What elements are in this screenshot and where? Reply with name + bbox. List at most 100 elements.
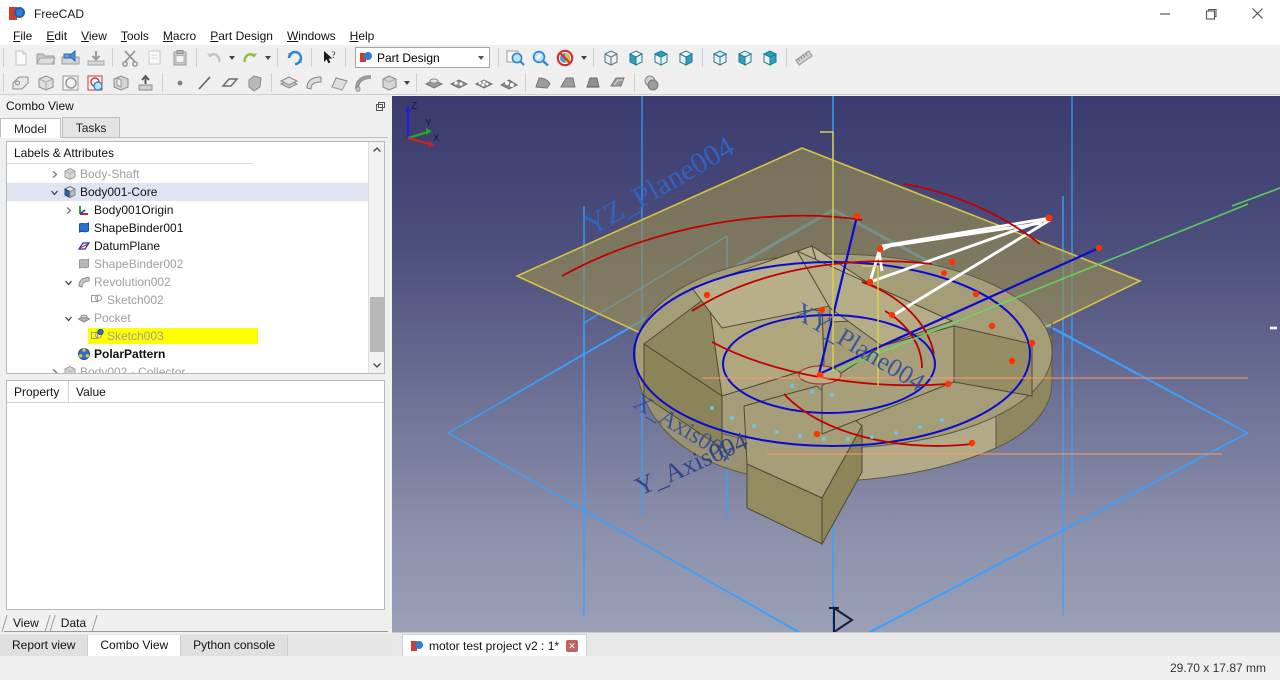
minimize-icon[interactable] bbox=[1142, 0, 1188, 27]
chevron-right-icon[interactable] bbox=[48, 165, 61, 183]
pocket-icon[interactable] bbox=[421, 71, 446, 94]
file-toolbar bbox=[7, 45, 109, 70]
3d-viewport[interactable]: YZ_Plane004 XY_Plane004 X_Axis004 Y_Axis… bbox=[392, 96, 1280, 632]
right-view-cube-icon[interactable] bbox=[673, 46, 698, 69]
tree-item-shapebinder002[interactable]: ShapeBinder002 bbox=[7, 255, 369, 273]
refresh-icon[interactable] bbox=[282, 46, 307, 69]
cursor-question-icon[interactable]: ? bbox=[316, 46, 341, 69]
map-sketch-icon[interactable] bbox=[108, 71, 133, 94]
close-icon[interactable] bbox=[1234, 0, 1280, 27]
undo-arrow-icon[interactable] bbox=[201, 46, 226, 69]
additive-box-icon[interactable] bbox=[376, 71, 401, 94]
tree-item-shapebinder001[interactable]: ShapeBinder001 bbox=[7, 219, 369, 237]
thickness-icon[interactable] bbox=[605, 71, 630, 94]
tree-item-body002-collector[interactable]: Body002 - Collector bbox=[7, 363, 369, 374]
additive-dropdown-chevron-down-icon[interactable] bbox=[401, 71, 412, 94]
menu-part-design[interactable]: Part Design bbox=[203, 27, 280, 45]
undo-dropdown-chevron-down-icon[interactable] bbox=[226, 46, 237, 69]
navigation-axis-cross[interactable]: Z Y X bbox=[392, 96, 446, 150]
groove-icon[interactable] bbox=[471, 71, 496, 94]
tree-item-datumplane[interactable]: DatumPlane bbox=[7, 237, 369, 255]
body-box-icon[interactable] bbox=[33, 71, 58, 94]
menu-macro[interactable]: Macro bbox=[156, 27, 203, 45]
open-folder-icon[interactable] bbox=[33, 46, 58, 69]
chevron-right-icon[interactable] bbox=[48, 363, 61, 374]
redo-dropdown-chevron-down-icon[interactable] bbox=[262, 46, 273, 69]
scrollbar-thumb[interactable] bbox=[370, 297, 384, 352]
tab-data[interactable]: Data bbox=[52, 615, 95, 632]
datum-line-icon[interactable] bbox=[192, 71, 217, 94]
close-icon[interactable]: ✕ bbox=[566, 640, 578, 652]
save-icon[interactable] bbox=[58, 46, 83, 69]
sketch-tag-icon[interactable] bbox=[8, 71, 33, 94]
pad-icon[interactable] bbox=[276, 71, 301, 94]
save-as-icon[interactable] bbox=[83, 46, 108, 69]
scroll-down-chevron-down-icon[interactable] bbox=[369, 357, 385, 373]
additive-pipe-icon[interactable] bbox=[351, 71, 376, 94]
tab-model[interactable]: Model bbox=[0, 118, 61, 138]
undock-icon[interactable] bbox=[376, 100, 385, 109]
menu-windows[interactable]: Windows bbox=[280, 27, 343, 45]
copy-icon[interactable] bbox=[142, 46, 167, 69]
rear-view-cube-icon[interactable] bbox=[707, 46, 732, 69]
draft-icon[interactable] bbox=[580, 71, 605, 94]
top-view-cube-icon[interactable] bbox=[648, 46, 673, 69]
ruler-icon[interactable] bbox=[791, 46, 816, 69]
bottom-view-cube-icon[interactable] bbox=[732, 46, 757, 69]
fit-selection-icon[interactable] bbox=[528, 46, 553, 69]
tree-item-revolution002[interactable]: Revolution002 bbox=[7, 273, 369, 291]
chamfer-icon[interactable] bbox=[555, 71, 580, 94]
clipboard-icon[interactable] bbox=[167, 46, 192, 69]
chevron-down-icon[interactable] bbox=[62, 273, 75, 291]
tab-combo-view[interactable]: Combo View bbox=[88, 635, 181, 656]
svg-text:Z: Z bbox=[411, 101, 417, 112]
menu-file[interactable]: File bbox=[6, 27, 39, 45]
menu-help[interactable]: Help bbox=[343, 27, 382, 45]
front-view-cube-icon[interactable] bbox=[623, 46, 648, 69]
hole-icon[interactable] bbox=[446, 71, 471, 94]
edit-sketch-icon[interactable] bbox=[58, 71, 83, 94]
shapebinder-icon[interactable] bbox=[133, 71, 158, 94]
left-view-cube-icon[interactable] bbox=[757, 46, 782, 69]
workbench-selector[interactable]: Part Design bbox=[355, 47, 490, 68]
fit-all-icon[interactable] bbox=[503, 46, 528, 69]
tree-vertical-scrollbar[interactable] bbox=[368, 142, 384, 373]
tree-header-labels-attributes: Labels & Attributes bbox=[7, 142, 253, 164]
partdesign-additive-toolbar bbox=[275, 70, 413, 95]
chevron-right-icon[interactable] bbox=[62, 201, 75, 219]
menu-tools[interactable]: Tools bbox=[114, 27, 156, 45]
tree-item-body001origin[interactable]: Body001Origin bbox=[7, 201, 369, 219]
scissors-icon[interactable] bbox=[117, 46, 142, 69]
tab-view[interactable]: View bbox=[4, 615, 48, 632]
tree-item-pocket[interactable]: Pocket bbox=[7, 309, 369, 327]
tree-item-sketch003[interactable]: Sketch003 bbox=[7, 327, 369, 345]
mdi-tab-document[interactable]: motor test project v2 : 1* ✕ bbox=[402, 634, 587, 657]
draw-style-dropdown-chevron-down-icon[interactable] bbox=[578, 46, 589, 69]
tab-python-console[interactable]: Python console bbox=[181, 635, 288, 656]
draw-style-icon[interactable] bbox=[553, 46, 578, 69]
menu-edit[interactable]: Edit bbox=[39, 27, 74, 45]
menu-view[interactable]: View bbox=[74, 27, 114, 45]
subtractive-loft-icon[interactable] bbox=[496, 71, 521, 94]
boolean-icon[interactable] bbox=[639, 71, 664, 94]
tab-report-view[interactable]: Report view bbox=[0, 635, 88, 656]
revolution-icon[interactable] bbox=[301, 71, 326, 94]
datum-plane-icon[interactable] bbox=[217, 71, 242, 94]
datum-point-icon[interactable] bbox=[167, 71, 192, 94]
tree-item-polarpattern[interactable]: PolarPattern bbox=[7, 345, 369, 363]
tree-item-body-shaft[interactable]: Body-Shaft bbox=[7, 165, 369, 183]
local-coordinate-icon[interactable] bbox=[242, 71, 267, 94]
fillet-icon[interactable] bbox=[530, 71, 555, 94]
additive-loft-icon[interactable] bbox=[326, 71, 351, 94]
chevron-down-icon[interactable] bbox=[48, 183, 61, 201]
scroll-up-chevron-up-icon[interactable] bbox=[369, 142, 385, 158]
chevron-down-icon[interactable] bbox=[62, 309, 75, 327]
validate-sketch-icon[interactable] bbox=[83, 71, 108, 94]
tab-tasks[interactable]: Tasks bbox=[62, 117, 121, 137]
maximize-icon[interactable] bbox=[1188, 0, 1234, 27]
redo-arrow-icon[interactable] bbox=[237, 46, 262, 69]
axonometric-cube-icon[interactable] bbox=[598, 46, 623, 69]
new-document-icon[interactable] bbox=[8, 46, 33, 69]
tree-item-body001-core[interactable]: Body001-Core bbox=[7, 183, 369, 201]
tree-item-sketch002[interactable]: Sketch002 bbox=[7, 291, 369, 309]
